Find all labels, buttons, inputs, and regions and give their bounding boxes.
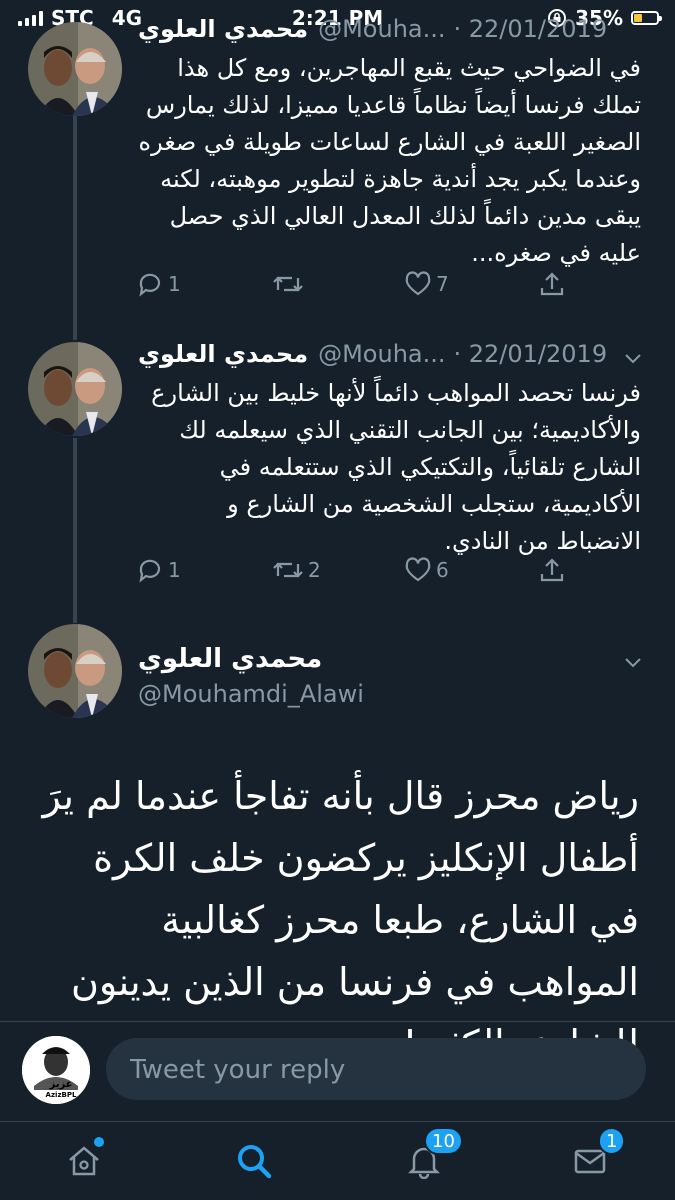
chevron-down-icon[interactable]: [623, 348, 643, 368]
tweet-date[interactable]: · 22/01/2019: [454, 340, 608, 368]
divider: [0, 1021, 675, 1022]
home-unread-dot: [94, 1137, 104, 1147]
share-icon: [540, 272, 564, 296]
tweet-text: فرنسا تحصد المواهب دائماً لأنها خليط بين…: [151, 379, 641, 555]
avatar[interactable]: [28, 624, 122, 718]
author-handle[interactable]: @Mouhamdi_Alawi: [138, 680, 364, 708]
share-icon: [540, 558, 564, 582]
author-name[interactable]: محمدي العلوي: [138, 340, 308, 368]
tweet-date[interactable]: · 22/01/2019: [454, 15, 608, 43]
user-avatar[interactable]: عزيز AzizBPL: [22, 1036, 90, 1104]
tab-messages[interactable]: 1: [560, 1127, 626, 1191]
share-action[interactable]: [538, 556, 566, 584]
thread-line: [73, 115, 77, 340]
home-icon: [69, 1146, 99, 1176]
reply-input[interactable]: [128, 1038, 622, 1102]
reply-count: 1: [168, 558, 181, 582]
tweet-actions: 1 7: [130, 270, 590, 310]
messages-badge: 1: [598, 1127, 626, 1155]
tab-search[interactable]: [224, 1131, 284, 1191]
tab-notifications[interactable]: 10: [394, 1127, 463, 1191]
like-count: 7: [436, 272, 449, 296]
search-icon: [238, 1145, 272, 1179]
heart-icon: [405, 271, 431, 296]
reply-action[interactable]: 1: [136, 556, 181, 584]
avatar-handle: AzizBPL: [45, 1091, 77, 1099]
avatar-caption: عزيز: [49, 1079, 73, 1090]
retweet-action[interactable]: 2: [272, 556, 321, 584]
reply-icon: [139, 273, 161, 297]
author-name[interactable]: محمدي العلوي: [138, 15, 308, 43]
author-handle[interactable]: @Mouha...: [318, 340, 445, 368]
heart-icon: [405, 557, 431, 582]
like-count: 6: [436, 558, 449, 582]
tweet-text: في الضواحي حيث يقبع المهاجرين، ومع كل هذ…: [138, 54, 641, 267]
chevron-down-icon[interactable]: [623, 652, 643, 672]
like-action[interactable]: 7: [404, 270, 449, 298]
retweet-count: 2: [308, 558, 321, 582]
reply-icon: [139, 559, 161, 583]
notifications-badge: 10: [424, 1127, 463, 1155]
avatar[interactable]: [28, 342, 122, 436]
reply-count: 1: [168, 272, 181, 296]
author-handle[interactable]: @Mouha...: [318, 15, 445, 43]
reply-action[interactable]: 1: [136, 270, 181, 298]
tab-bar: 10 1: [0, 1121, 675, 1200]
retweet-icon: [273, 276, 303, 292]
retweet-icon: [273, 562, 303, 578]
share-action[interactable]: [538, 270, 566, 298]
author-name[interactable]: محمدي العلوي: [138, 644, 322, 674]
tweet-actions: 1 2 6: [130, 556, 590, 596]
tab-home[interactable]: [54, 1131, 114, 1191]
tweet-text: رياض محرز قال بأنه تفاجأ عندما لم يرَ أط…: [42, 774, 639, 1066]
thread-line: [73, 438, 77, 623]
retweet-action[interactable]: [272, 270, 308, 298]
like-action[interactable]: 6: [404, 556, 449, 584]
avatar[interactable]: [28, 22, 122, 116]
reply-box[interactable]: [106, 1038, 646, 1102]
